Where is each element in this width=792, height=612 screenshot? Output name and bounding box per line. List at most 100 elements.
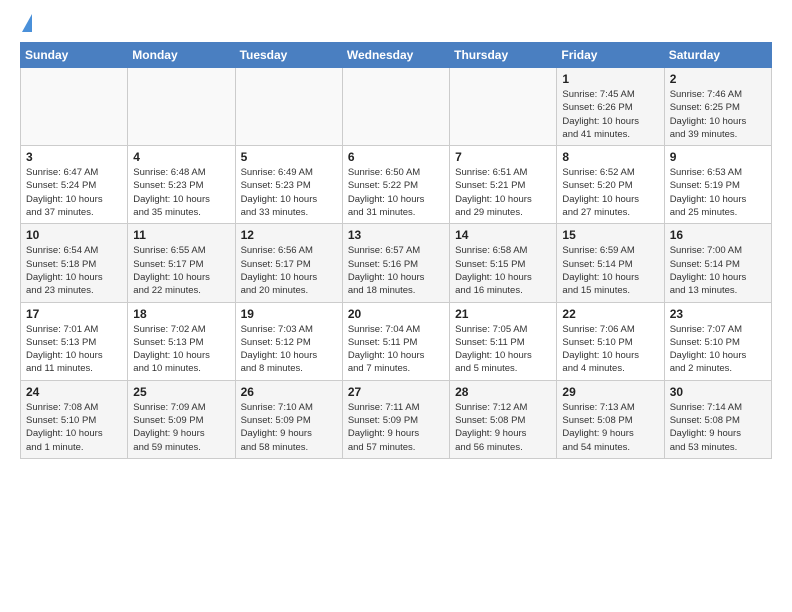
- page: SundayMondayTuesdayWednesdayThursdayFrid…: [0, 0, 792, 469]
- calendar-table: SundayMondayTuesdayWednesdayThursdayFrid…: [20, 42, 772, 459]
- calendar-cell: 6 Sunrise: 6:50 AM Sunset: 5:22 PM Daylig…: [342, 146, 449, 224]
- calendar-week-3: 10 Sunrise: 6:54 AM Sunset: 5:18 PM Dayli…: [21, 224, 772, 302]
- day-number: 5: [241, 150, 337, 164]
- calendar-cell: 2Sunrise: 7:46 AM Sunset: 6:25 PM Daylig…: [664, 68, 771, 146]
- day-number: 10: [26, 228, 122, 242]
- day-number: 4: [133, 150, 229, 164]
- weekday-header-row: SundayMondayTuesdayWednesdayThursdayFrid…: [21, 43, 772, 68]
- calendar-cell: 4 Sunrise: 6:48 AM Sunset: 5:23 PM Daylig…: [128, 146, 235, 224]
- day-info: Sunrise: 6:54 AM Sunset: 5:18 PM Dayligh…: [26, 244, 122, 297]
- day-info: Sunrise: 7:04 AM Sunset: 5:11 PM Dayligh…: [348, 323, 444, 376]
- day-number: 20: [348, 307, 444, 321]
- weekday-header-thursday: Thursday: [450, 43, 557, 68]
- calendar-cell: 5Sunrise: 6:49 AM Sunset: 5:23 PM Daylig…: [235, 146, 342, 224]
- day-info: Sunrise: 7:09 AM Sunset: 5:09 PM Dayligh…: [133, 401, 229, 454]
- day-info: Sunrise: 6:50 AM Sunset: 5:22 PM Dayligh…: [348, 166, 444, 219]
- day-number: 7: [455, 150, 551, 164]
- day-number: 24: [26, 385, 122, 399]
- day-info: Sunrise: 7:07 AM Sunset: 5:10 PM Dayligh…: [670, 323, 766, 376]
- day-info: Sunrise: 7:12 AM Sunset: 5:08 PM Dayligh…: [455, 401, 551, 454]
- calendar-cell: 19 Sunrise: 7:03 AM Sunset: 5:12 PM Dayli…: [235, 302, 342, 380]
- day-number: 8: [562, 150, 658, 164]
- day-info: Sunrise: 7:13 AM Sunset: 5:08 PM Dayligh…: [562, 401, 658, 454]
- day-info: Sunrise: 6:56 AM Sunset: 5:17 PM Dayligh…: [241, 244, 337, 297]
- calendar-cell: 20 Sunrise: 7:04 AM Sunset: 5:11 PM Dayli…: [342, 302, 449, 380]
- calendar-cell: 22Sunrise: 7:06 AM Sunset: 5:10 PM Dayli…: [557, 302, 664, 380]
- calendar-cell: 27Sunrise: 7:11 AM Sunset: 5:09 PM Dayli…: [342, 380, 449, 458]
- calendar-cell: [235, 68, 342, 146]
- day-number: 26: [241, 385, 337, 399]
- day-number: 30: [670, 385, 766, 399]
- day-info: Sunrise: 7:05 AM Sunset: 5:11 PM Dayligh…: [455, 323, 551, 376]
- day-info: Sunrise: 6:59 AM Sunset: 5:14 PM Dayligh…: [562, 244, 658, 297]
- calendar-week-4: 17Sunrise: 7:01 AM Sunset: 5:13 PM Dayli…: [21, 302, 772, 380]
- calendar-cell: [21, 68, 128, 146]
- day-number: 3: [26, 150, 122, 164]
- calendar-cell: 3 Sunrise: 6:47 AM Sunset: 5:24 PM Daylig…: [21, 146, 128, 224]
- weekday-header-friday: Friday: [557, 43, 664, 68]
- calendar-cell: 11 Sunrise: 6:55 AM Sunset: 5:17 PM Dayli…: [128, 224, 235, 302]
- day-info: Sunrise: 7:14 AM Sunset: 5:08 PM Dayligh…: [670, 401, 766, 454]
- calendar-week-1: 1Sunrise: 7:45 AM Sunset: 6:26 PM Daylig…: [21, 68, 772, 146]
- day-number: 18: [133, 307, 229, 321]
- day-number: 9: [670, 150, 766, 164]
- weekday-header-sunday: Sunday: [21, 43, 128, 68]
- calendar-cell: 13 Sunrise: 6:57 AM Sunset: 5:16 PM Dayli…: [342, 224, 449, 302]
- day-number: 17: [26, 307, 122, 321]
- logo: [20, 16, 32, 32]
- day-info: Sunrise: 6:58 AM Sunset: 5:15 PM Dayligh…: [455, 244, 551, 297]
- calendar-cell: 18 Sunrise: 7:02 AM Sunset: 5:13 PM Dayli…: [128, 302, 235, 380]
- day-number: 21: [455, 307, 551, 321]
- day-number: 11: [133, 228, 229, 242]
- calendar-header: SundayMondayTuesdayWednesdayThursdayFrid…: [21, 43, 772, 68]
- day-number: 1: [562, 72, 658, 86]
- day-number: 16: [670, 228, 766, 242]
- day-number: 6: [348, 150, 444, 164]
- day-info: Sunrise: 7:06 AM Sunset: 5:10 PM Dayligh…: [562, 323, 658, 376]
- calendar-cell: 12 Sunrise: 6:56 AM Sunset: 5:17 PM Dayli…: [235, 224, 342, 302]
- day-info: Sunrise: 6:55 AM Sunset: 5:17 PM Dayligh…: [133, 244, 229, 297]
- logo-triangle-icon: [22, 14, 32, 32]
- calendar-cell: 16 Sunrise: 7:00 AM Sunset: 5:14 PM Dayli…: [664, 224, 771, 302]
- day-info: Sunrise: 6:47 AM Sunset: 5:24 PM Dayligh…: [26, 166, 122, 219]
- day-number: 12: [241, 228, 337, 242]
- day-number: 14: [455, 228, 551, 242]
- calendar-cell: 29 Sunrise: 7:13 AM Sunset: 5:08 PM Dayli…: [557, 380, 664, 458]
- header: [20, 16, 772, 32]
- day-info: Sunrise: 6:51 AM Sunset: 5:21 PM Dayligh…: [455, 166, 551, 219]
- day-number: 19: [241, 307, 337, 321]
- day-number: 25: [133, 385, 229, 399]
- calendar-cell: 15Sunrise: 6:59 AM Sunset: 5:14 PM Dayli…: [557, 224, 664, 302]
- day-info: Sunrise: 7:10 AM Sunset: 5:09 PM Dayligh…: [241, 401, 337, 454]
- day-info: Sunrise: 7:03 AM Sunset: 5:12 PM Dayligh…: [241, 323, 337, 376]
- day-number: 13: [348, 228, 444, 242]
- calendar-cell: 21 Sunrise: 7:05 AM Sunset: 5:11 PM Dayli…: [450, 302, 557, 380]
- calendar-cell: [450, 68, 557, 146]
- weekday-header-wednesday: Wednesday: [342, 43, 449, 68]
- weekday-header-tuesday: Tuesday: [235, 43, 342, 68]
- calendar-week-5: 24Sunrise: 7:08 AM Sunset: 5:10 PM Dayli…: [21, 380, 772, 458]
- weekday-header-monday: Monday: [128, 43, 235, 68]
- day-info: Sunrise: 6:57 AM Sunset: 5:16 PM Dayligh…: [348, 244, 444, 297]
- calendar-cell: 7 Sunrise: 6:51 AM Sunset: 5:21 PM Daylig…: [450, 146, 557, 224]
- calendar-body: 1Sunrise: 7:45 AM Sunset: 6:26 PM Daylig…: [21, 68, 772, 459]
- calendar-cell: 28Sunrise: 7:12 AM Sunset: 5:08 PM Dayli…: [450, 380, 557, 458]
- calendar-cell: 26 Sunrise: 7:10 AM Sunset: 5:09 PM Dayli…: [235, 380, 342, 458]
- calendar-week-2: 3 Sunrise: 6:47 AM Sunset: 5:24 PM Daylig…: [21, 146, 772, 224]
- calendar-cell: [342, 68, 449, 146]
- day-number: 27: [348, 385, 444, 399]
- weekday-header-saturday: Saturday: [664, 43, 771, 68]
- day-number: 23: [670, 307, 766, 321]
- day-number: 2: [670, 72, 766, 86]
- day-info: Sunrise: 6:48 AM Sunset: 5:23 PM Dayligh…: [133, 166, 229, 219]
- day-info: Sunrise: 6:52 AM Sunset: 5:20 PM Dayligh…: [562, 166, 658, 219]
- calendar-cell: 14 Sunrise: 6:58 AM Sunset: 5:15 PM Dayli…: [450, 224, 557, 302]
- day-info: Sunrise: 7:02 AM Sunset: 5:13 PM Dayligh…: [133, 323, 229, 376]
- calendar-cell: [128, 68, 235, 146]
- day-info: Sunrise: 6:53 AM Sunset: 5:19 PM Dayligh…: [670, 166, 766, 219]
- day-info: Sunrise: 7:00 AM Sunset: 5:14 PM Dayligh…: [670, 244, 766, 297]
- calendar-cell: 23 Sunrise: 7:07 AM Sunset: 5:10 PM Dayli…: [664, 302, 771, 380]
- calendar-cell: 30 Sunrise: 7:14 AM Sunset: 5:08 PM Dayli…: [664, 380, 771, 458]
- calendar-cell: 10 Sunrise: 6:54 AM Sunset: 5:18 PM Dayli…: [21, 224, 128, 302]
- day-number: 29: [562, 385, 658, 399]
